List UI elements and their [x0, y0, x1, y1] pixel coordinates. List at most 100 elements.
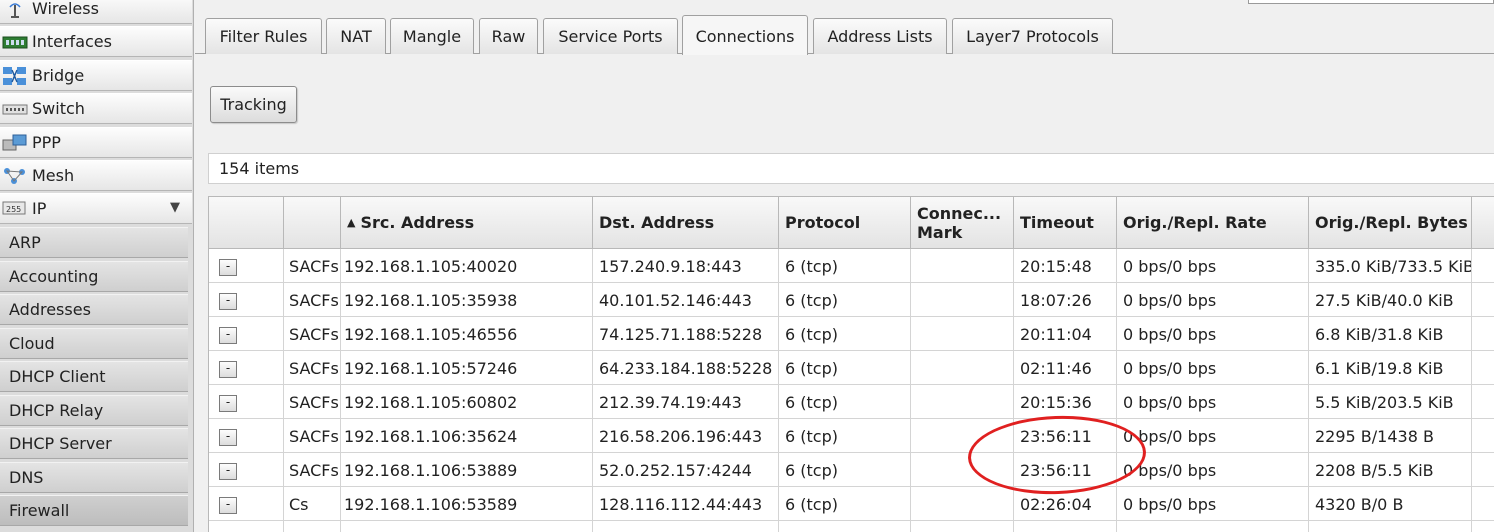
cell-connection-mark[interactable] — [911, 487, 1014, 521]
sidebar-item-wireless[interactable]: Wireless — [0, 0, 192, 24]
cell-extra[interactable] — [1472, 351, 1494, 385]
cell-protocol[interactable]: 6 (tcp) — [779, 419, 911, 453]
sidebar-sub-cloud[interactable]: Cloud — [0, 328, 188, 359]
tab-connections[interactable]: Connections — [682, 15, 808, 55]
cell-dst-address[interactable]: 52.0.252.157:4244 — [593, 453, 779, 487]
cell-rate[interactable]: 0 bps/0 bps — [1117, 351, 1309, 385]
cell-bytes[interactable]: 2295 B/1438 B — [1309, 419, 1472, 453]
cell-bytes[interactable]: 5.5 KiB/203.5 KiB — [1309, 385, 1472, 419]
column-header-extra[interactable] — [1472, 196, 1494, 249]
cell-timeout[interactable]: 20:15:36 — [1014, 385, 1117, 419]
cell-connection-mark[interactable] — [911, 385, 1014, 419]
cell-dst-address[interactable]: 40.101.52.146:443 — [593, 283, 779, 317]
cell-rate[interactable]: 0 bps/0 bps — [1117, 249, 1309, 283]
tab-mangle[interactable]: Mangle — [390, 18, 474, 54]
cell-flags[interactable]: SACFs — [284, 385, 341, 419]
tab-address-lists[interactable]: Address Lists — [813, 18, 947, 54]
cell-src-address[interactable]: 192.168.1.105:60802 — [341, 385, 593, 419]
cell-extra[interactable] — [1472, 419, 1494, 453]
table-row[interactable]: - Cs 192.168.1.106:53589 128.116.112.44:443… — [209, 487, 1494, 521]
cell-bytes[interactable]: 6.8 KiB/31.8 KiB — [1309, 317, 1472, 351]
sidebar-sub-arp[interactable]: ARP — [0, 227, 188, 258]
sidebar-item-ip[interactable]: 255 IP ▼ — [0, 193, 192, 224]
cell-flags[interactable]: Cs — [284, 487, 341, 521]
cell-src-address[interactable]: 192.168.1.105:35938 — [341, 283, 593, 317]
cell-rate[interactable]: 0 bps/0 bps — [1117, 317, 1309, 351]
cell-protocol[interactable]: 6 (tcp) — [779, 317, 911, 351]
sidebar-item-interfaces[interactable]: Interfaces — [0, 26, 192, 57]
cell-protocol[interactable]: 6 (tcp) — [779, 487, 911, 521]
cell-src-address[interactable]: 192.168.1.106:53589 — [341, 487, 593, 521]
row-toggle-button[interactable]: - — [219, 429, 237, 446]
cell-connection-mark[interactable] — [911, 249, 1014, 283]
cell-bytes[interactable]: 27.5 KiB/40.0 KiB — [1309, 283, 1472, 317]
cell-timeout[interactable]: 20:15:48 — [1014, 249, 1117, 283]
cell-extra[interactable] — [1472, 249, 1494, 283]
tracking-button[interactable]: Tracking — [210, 86, 297, 123]
tab-service-ports[interactable]: Service Ports — [543, 18, 678, 54]
table-row[interactable]: - SACFs 192.168.1.106:35624 216.58.206.196:… — [209, 419, 1494, 453]
cell-flags[interactable]: SACFs — [284, 419, 341, 453]
column-header-dst-address[interactable]: Dst. Address — [593, 196, 779, 249]
row-toggle-button[interactable]: - — [219, 497, 237, 514]
column-header-timeout[interactable]: Timeout — [1014, 196, 1117, 249]
column-header-src-address[interactable]: ▲ Src. Address — [341, 196, 593, 249]
column-header-rate[interactable]: Orig./Repl. Rate — [1117, 196, 1309, 249]
cell-dst-address[interactable]: 216.58.206.196:443 — [593, 419, 779, 453]
column-header-connection-mark[interactable]: Connec... Mark — [911, 196, 1014, 249]
cell-timeout[interactable]: 23:56:11 — [1014, 419, 1117, 453]
table-row[interactable]: - SACFs 192.168.1.105:60802 212.39.74.19:44… — [209, 385, 1494, 419]
sidebar-sub-accounting[interactable]: Accounting — [0, 261, 188, 292]
cell-flags[interactable]: SACFs — [284, 317, 341, 351]
sidebar-sub-addresses[interactable]: Addresses — [0, 294, 188, 325]
cell-timeout[interactable]: 02:26:04 — [1014, 487, 1117, 521]
row-toggle-button[interactable]: - — [219, 293, 237, 310]
cell-extra[interactable] — [1472, 385, 1494, 419]
cell-protocol[interactable]: 6 (tcp) — [779, 249, 911, 283]
cell-timeout[interactable]: 02:11:46 — [1014, 351, 1117, 385]
cell-dst-address[interactable]: 128.116.112.44:443 — [593, 487, 779, 521]
sidebar-sub-dhcp-server[interactable]: DHCP Server — [0, 428, 188, 459]
cell-extra[interactable] — [1472, 317, 1494, 351]
cell-src-address[interactable]: 192.168.1.105:40020 — [341, 249, 593, 283]
cell-rate[interactable]: 0 bps/0 bps — [1117, 453, 1309, 487]
cell-dst-address[interactable]: 64.233.184.188:5228 — [593, 351, 779, 385]
column-header-bytes[interactable]: Orig./Repl. Bytes — [1309, 196, 1472, 249]
cell-flags[interactable]: SACFs — [284, 249, 341, 283]
row-toggle-button[interactable]: - — [219, 395, 237, 412]
row-toggle-button[interactable]: - — [219, 463, 237, 480]
sidebar-item-ppp[interactable]: PPP — [0, 127, 192, 158]
column-header-protocol[interactable]: Protocol — [779, 196, 911, 249]
table-row[interactable]: - SACFs 192.168.1.106:53889 52.0.252.157:42… — [209, 453, 1494, 487]
column-header-flags[interactable] — [284, 196, 341, 249]
cell-protocol[interactable]: 6 (tcp) — [779, 453, 911, 487]
sidebar-sub-firewall[interactable]: Firewall — [0, 495, 188, 526]
cell-connection-mark[interactable] — [911, 351, 1014, 385]
sidebar-sub-dns[interactable]: DNS — [0, 462, 188, 493]
table-row[interactable]: - SACFs 192.168.1.105:57246 64.233.184.188:… — [209, 351, 1494, 385]
cell-src-address[interactable]: 192.168.1.105:57246 — [341, 351, 593, 385]
cell-rate[interactable]: 0 bps/0 bps — [1117, 385, 1309, 419]
cell-dst-address[interactable]: 74.125.71.188:5228 — [593, 317, 779, 351]
cell-protocol[interactable]: 6 (tcp) — [779, 385, 911, 419]
cell-timeout[interactable]: 23:56:11 — [1014, 453, 1117, 487]
cell-extra[interactable] — [1472, 283, 1494, 317]
row-toggle-button[interactable]: - — [219, 259, 237, 276]
cell-bytes[interactable]: 4320 B/0 B — [1309, 487, 1472, 521]
table-row[interactable]: - SACFs 192.168.1.105:35938 40.101.52.146:4… — [209, 283, 1494, 317]
cell-dst-address[interactable]: 212.39.74.19:443 — [593, 385, 779, 419]
cell-rate[interactable]: 0 bps/0 bps — [1117, 419, 1309, 453]
tab-filter-rules[interactable]: Filter Rules — [205, 18, 322, 54]
cell-bytes[interactable]: 6.1 KiB/19.8 KiB — [1309, 351, 1472, 385]
cell-flags[interactable]: SACFs — [284, 351, 341, 385]
cell-extra[interactable] — [1472, 487, 1494, 521]
cell-protocol[interactable]: 6 (tcp) — [779, 351, 911, 385]
cell-bytes[interactable]: 335.0 KiB/733.5 KiB — [1309, 249, 1472, 283]
cell-dst-address[interactable]: 157.240.9.18:443 — [593, 249, 779, 283]
cell-connection-mark[interactable] — [911, 317, 1014, 351]
column-header-action[interactable] — [209, 196, 284, 249]
cell-protocol[interactable]: 6 (tcp) — [779, 283, 911, 317]
cell-rate[interactable]: 0 bps/0 bps — [1117, 487, 1309, 521]
cell-timeout[interactable]: 18:07:26 — [1014, 283, 1117, 317]
tab-raw[interactable]: Raw — [479, 18, 538, 54]
